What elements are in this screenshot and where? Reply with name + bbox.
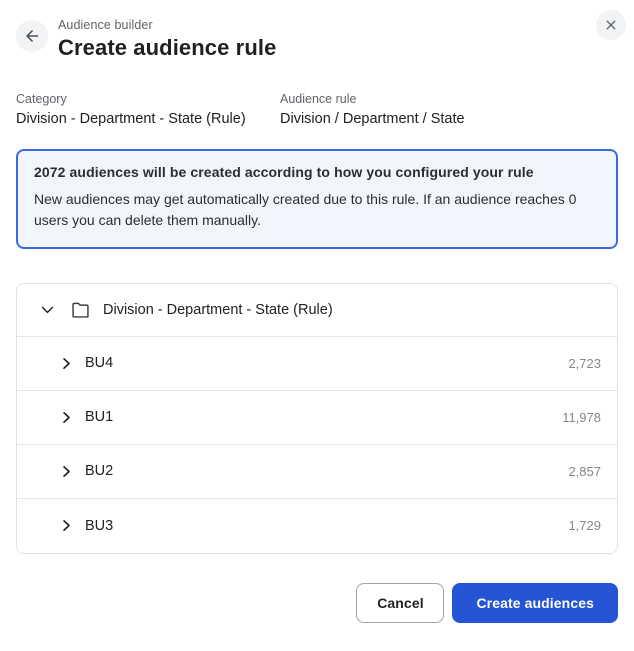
category-label: Category bbox=[16, 92, 67, 106]
tree-rows: BU4 2,723 BU1 11,978 BU2 2,857 BU3 1,729 bbox=[17, 336, 617, 553]
arrow-left-icon bbox=[26, 30, 38, 42]
tree-row[interactable]: BU1 11,978 bbox=[17, 390, 617, 445]
page-title: Create audience rule bbox=[58, 35, 277, 60]
chevron-right-icon[interactable] bbox=[59, 356, 74, 371]
tree-row-count: 1,729 bbox=[568, 518, 601, 534]
dialog-footer: Cancel Create audiences bbox=[16, 582, 618, 623]
chevron-right-icon[interactable] bbox=[59, 518, 74, 533]
header-text: Audience builder Create audience rule bbox=[58, 18, 618, 61]
info-banner: 2072 audiences will be created according… bbox=[16, 149, 618, 249]
tree-row-label: BU2 bbox=[85, 463, 114, 480]
audience-rule-label: Audience rule bbox=[280, 92, 357, 106]
category-value: Division - Department - State (Rule) bbox=[16, 111, 246, 127]
tree-row[interactable]: BU3 1,729 bbox=[17, 498, 617, 553]
audience-rule-value: Division / Department / State bbox=[280, 111, 465, 127]
cancel-button[interactable]: Cancel bbox=[356, 582, 445, 623]
back-button[interactable] bbox=[16, 20, 48, 52]
info-banner-body: New audiences may get automatically crea… bbox=[34, 191, 577, 229]
tree-row[interactable]: BU2 2,857 bbox=[17, 444, 617, 499]
tree-row-count: 11,978 bbox=[562, 409, 601, 425]
audience-tree: Division - Department - State (Rule) BU4… bbox=[16, 282, 618, 554]
chevron-right-icon[interactable] bbox=[59, 464, 74, 479]
tree-row-label: BU1 bbox=[85, 409, 114, 426]
create-audiences-button[interactable]: Create audiences bbox=[452, 582, 618, 623]
tree-row[interactable]: BU4 2,723 bbox=[17, 336, 617, 391]
breadcrumb: Audience builder bbox=[58, 18, 153, 32]
rule-summary: Category Division - Department - State (… bbox=[16, 92, 618, 127]
folder-icon bbox=[72, 302, 89, 318]
chevron-right-icon[interactable] bbox=[59, 410, 74, 425]
tree-root-row[interactable]: Division - Department - State (Rule) bbox=[17, 284, 617, 337]
tree-root-label: Division - Department - State (Rule) bbox=[103, 301, 333, 318]
chevron-down-icon[interactable] bbox=[39, 301, 56, 318]
tree-row-count: 2,723 bbox=[568, 355, 601, 371]
close-icon bbox=[606, 20, 616, 30]
close-button[interactable] bbox=[596, 10, 626, 40]
tree-row-label: BU3 bbox=[85, 517, 114, 534]
category-column: Category Division - Department - State (… bbox=[16, 92, 280, 127]
tree-row-label: BU4 bbox=[85, 355, 114, 372]
audience-rule-column: Audience rule Division / Department / St… bbox=[280, 92, 544, 127]
info-banner-title: 2072 audiences will be created according… bbox=[34, 164, 534, 180]
tree-row-count: 2,857 bbox=[568, 463, 601, 479]
create-audience-rule-dialog: Audience builder Create audience rule Ca… bbox=[0, 0, 634, 623]
dialog-header: Audience builder Create audience rule bbox=[16, 10, 626, 70]
